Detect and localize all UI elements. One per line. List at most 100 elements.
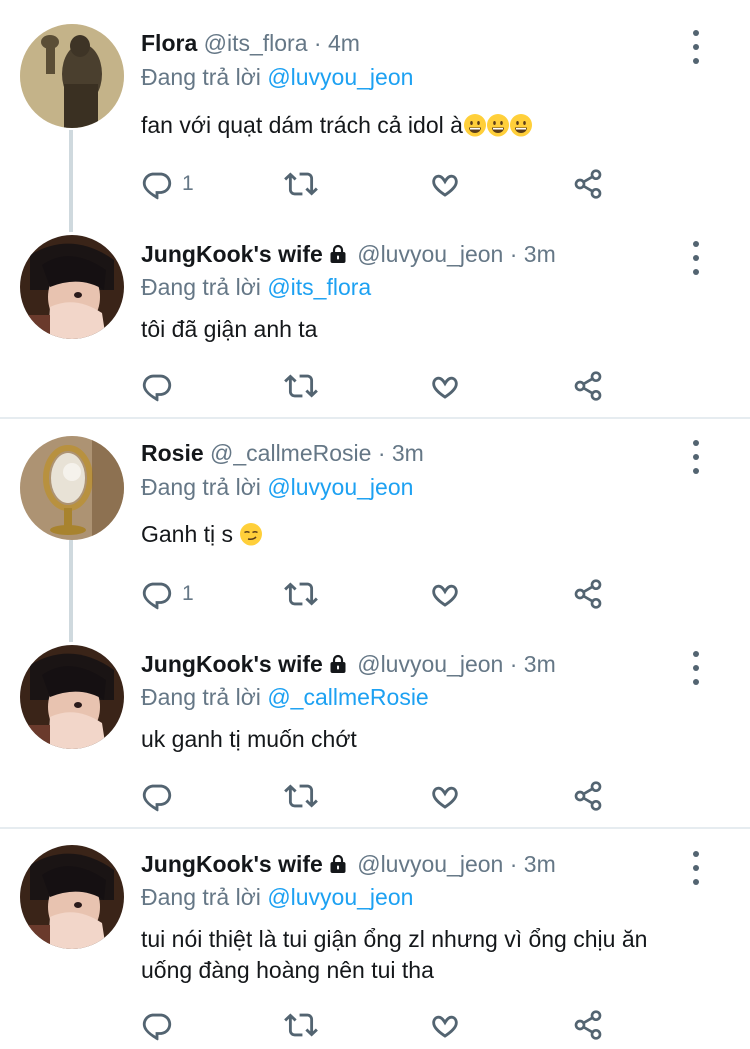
reply-button[interactable]: [140, 368, 174, 404]
reply-button[interactable]: [140, 778, 174, 814]
tweet[interactable]: Rosie @_callmeRosie · 3m Đang trả lời @l…: [0, 419, 750, 642]
share-icon: [572, 369, 604, 403]
tweet-text-content: fan với quạt dám trách cả idol à: [141, 112, 463, 138]
tweet-text-content: Ganh tị s: [141, 521, 234, 547]
retweet-button[interactable]: [283, 368, 319, 404]
retweet-button[interactable]: [283, 778, 319, 814]
timestamp[interactable]: 3m: [524, 651, 556, 677]
avatar[interactable]: [20, 24, 124, 128]
reply-mention-link[interactable]: @luvyou_jeon: [267, 884, 413, 910]
more-icon[interactable]: [682, 241, 710, 275]
avatar[interactable]: [20, 645, 124, 749]
timestamp[interactable]: 3m: [524, 241, 556, 267]
grinning-face-emoji: [463, 114, 486, 137]
display-name[interactable]: Flora: [141, 30, 197, 56]
display-name[interactable]: Rosie: [141, 440, 204, 466]
share-button[interactable]: [572, 576, 604, 612]
share-icon: [572, 779, 604, 813]
avatar[interactable]: [20, 235, 124, 339]
like-button[interactable]: [428, 576, 462, 612]
retweet-icon: [283, 577, 319, 611]
retweet-icon: [283, 167, 319, 201]
user-handle[interactable]: @_callmeRosie: [210, 440, 371, 466]
tweet-text: Ganh tị s: [141, 519, 701, 550]
retweet-button[interactable]: [283, 166, 319, 202]
like-icon: [428, 577, 462, 611]
more-icon[interactable]: [682, 30, 710, 64]
timestamp[interactable]: 3m: [524, 851, 556, 877]
like-icon: [428, 1008, 462, 1042]
like-icon: [428, 779, 462, 813]
separator-dot: ·: [509, 241, 518, 267]
share-icon: [572, 1008, 604, 1042]
share-button[interactable]: [572, 778, 604, 814]
more-icon[interactable]: [682, 651, 710, 685]
retweet-icon: [283, 1008, 319, 1042]
grinning-face-emoji: [486, 114, 509, 137]
timestamp[interactable]: 3m: [392, 440, 424, 466]
reply-icon: [140, 779, 174, 813]
reply-button[interactable]: 1: [140, 166, 194, 202]
reply-prefix: Đang trả lời: [141, 274, 261, 300]
share-button[interactable]: [572, 166, 604, 202]
user-handle[interactable]: @luvyou_jeon: [357, 241, 503, 267]
separator-dot: ·: [377, 440, 386, 466]
like-button[interactable]: [428, 1007, 462, 1043]
reply-mention-link[interactable]: @luvyou_jeon: [267, 474, 413, 500]
avatar[interactable]: [20, 436, 124, 540]
reply-icon: [140, 1008, 174, 1042]
reply-button[interactable]: [140, 1007, 174, 1043]
share-button[interactable]: [572, 368, 604, 404]
share-icon: [572, 577, 604, 611]
like-button[interactable]: [428, 368, 462, 404]
reply-prefix: Đang trả lời: [141, 64, 261, 90]
display-name[interactable]: JungKook's wife: [141, 241, 323, 267]
share-button[interactable]: [572, 1007, 604, 1043]
separator-dot: ·: [509, 651, 518, 677]
tweet[interactable]: JungKook's wife @luvyou_jeon · 3m Đang t…: [0, 829, 750, 1049]
tweet[interactable]: Flora @its_flora · 4m Đang trả lời @luvy…: [0, 0, 750, 232]
reply-icon: [140, 167, 174, 201]
retweet-button[interactable]: [283, 576, 319, 612]
tweet-text: fan với quạt dám trách cả idol à: [141, 110, 701, 141]
display-name[interactable]: JungKook's wife: [141, 651, 323, 677]
lock-icon: [329, 244, 347, 264]
tweet-text: tôi đã giận anh ta: [141, 316, 318, 342]
like-button[interactable]: [428, 166, 462, 202]
tweet-text: tui nói thiệt là tui giận ổng zl nhưng v…: [141, 926, 648, 983]
retweet-button[interactable]: [283, 1007, 319, 1043]
tweet-text: uk ganh tị muốn chớt: [141, 726, 357, 752]
user-handle[interactable]: @luvyou_jeon: [357, 651, 503, 677]
reply-prefix: Đang trả lời: [141, 474, 261, 500]
reply-button[interactable]: 1: [140, 576, 194, 612]
timestamp[interactable]: 4m: [328, 30, 360, 56]
separator-dot: ·: [509, 851, 518, 877]
like-icon: [428, 369, 462, 403]
smirking-face-emoji: [240, 523, 263, 546]
reply-count: 1: [182, 172, 194, 195]
lock-icon: [329, 854, 347, 874]
retweet-icon: [283, 369, 319, 403]
reply-prefix: Đang trả lời: [141, 684, 261, 710]
tweet[interactable]: JungKook's wife @luvyou_jeon · 3m Đang t…: [0, 232, 750, 417]
retweet-icon: [283, 779, 319, 813]
avatar[interactable]: [20, 845, 124, 949]
reply-prefix: Đang trả lời: [141, 884, 261, 910]
share-icon: [572, 167, 604, 201]
reply-mention-link[interactable]: @luvyou_jeon: [267, 64, 413, 90]
reply-icon: [140, 369, 174, 403]
like-button[interactable]: [428, 778, 462, 814]
reply-mention-link[interactable]: @_callmeRosie: [267, 684, 428, 710]
more-icon[interactable]: [682, 440, 710, 474]
reply-count: 1: [182, 582, 194, 605]
reply-icon: [140, 577, 174, 611]
user-handle[interactable]: @luvyou_jeon: [357, 851, 503, 877]
lock-icon: [329, 654, 347, 674]
more-icon[interactable]: [682, 851, 710, 885]
like-icon: [428, 167, 462, 201]
reply-mention-link[interactable]: @its_flora: [267, 274, 371, 300]
display-name[interactable]: JungKook's wife: [141, 851, 323, 877]
tweet[interactable]: JungKook's wife @luvyou_jeon · 3m Đang t…: [0, 642, 750, 827]
user-handle[interactable]: @its_flora: [204, 30, 308, 56]
separator-dot: ·: [313, 30, 322, 56]
